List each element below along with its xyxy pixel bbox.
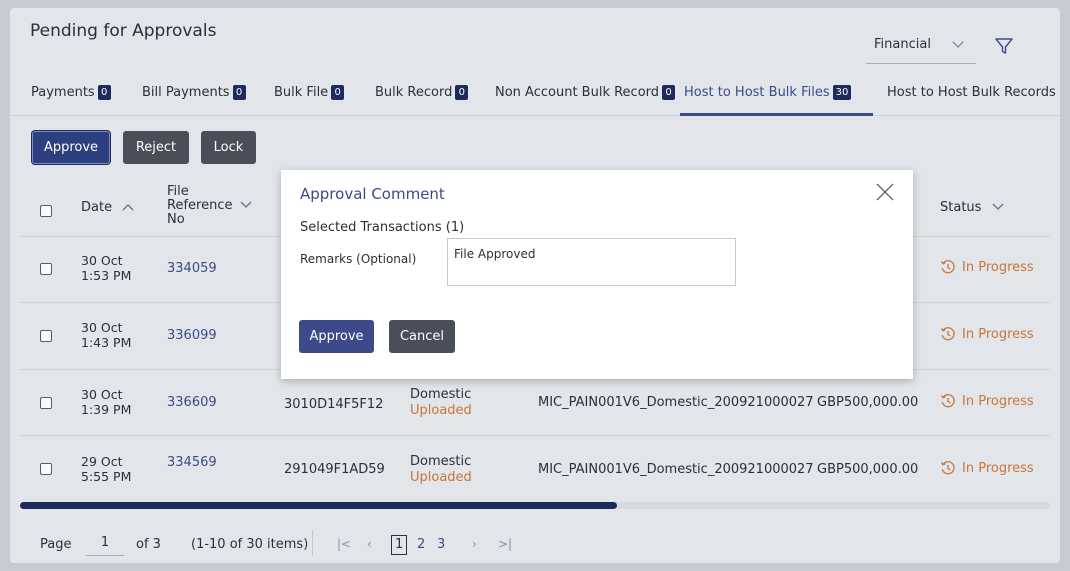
dialog-cancel-button[interactable]: Cancel bbox=[389, 320, 455, 353]
column-label: Status bbox=[940, 200, 982, 215]
chevron-down-icon bbox=[952, 36, 964, 48]
tab-count-badge: 0 bbox=[662, 85, 676, 100]
row-checkbox[interactable] bbox=[40, 330, 52, 342]
status-badge: In Progress bbox=[940, 460, 1034, 476]
active-tab-indicator bbox=[680, 113, 873, 116]
tab-count-badge: 0 bbox=[232, 85, 246, 100]
tab-label: Bill Payments bbox=[142, 85, 230, 100]
history-icon bbox=[940, 394, 955, 408]
tab-non-account-bulk-record[interactable]: Non Account Bulk Record 0 bbox=[495, 85, 676, 100]
tab-count-badge: 30 bbox=[832, 85, 852, 100]
select-all-checkbox[interactable] bbox=[40, 205, 52, 217]
history-icon bbox=[940, 260, 955, 274]
tab-count-badge: 0 bbox=[455, 85, 469, 100]
file-reference-link[interactable]: 336099 bbox=[167, 328, 217, 343]
row-checkbox[interactable] bbox=[40, 463, 52, 475]
pager-divider bbox=[312, 530, 313, 556]
status-badge: In Progress bbox=[940, 259, 1034, 275]
remarks-input[interactable]: File Approved bbox=[447, 238, 736, 286]
approve-button[interactable]: Approve bbox=[32, 131, 110, 164]
file-name: MIC_PAIN001V6_Domestic_200921000027 bbox=[538, 395, 814, 410]
category-select[interactable]: Financial bbox=[866, 36, 976, 64]
row-checkbox[interactable] bbox=[40, 397, 52, 409]
file-reference-link[interactable]: 334059 bbox=[167, 261, 217, 276]
column-label: Date bbox=[81, 200, 113, 215]
pagination: Page 1 of 3 (1-10 of 30 items) |< ‹ 1 2 … bbox=[10, 528, 1060, 558]
status-text: In Progress bbox=[962, 326, 1034, 342]
tab-payments[interactable]: Payments 0 bbox=[31, 85, 111, 100]
tab-host-to-host-bulk-files[interactable]: Host to Host Bulk Files 30 bbox=[684, 85, 852, 100]
horizontal-scrollbar[interactable] bbox=[20, 502, 1050, 509]
tab-label: Payments bbox=[31, 85, 95, 100]
status-text: In Progress bbox=[962, 460, 1034, 476]
tab-bulk-record[interactable]: Bulk Record 0 bbox=[375, 85, 469, 100]
chevron-down-icon bbox=[992, 203, 1004, 210]
tab-label: Bulk Record bbox=[375, 85, 453, 100]
tab-label: Host to Host Bulk Files bbox=[684, 85, 830, 100]
status-text: In Progress bbox=[962, 393, 1034, 409]
first-page-icon[interactable]: |< bbox=[337, 537, 351, 551]
chevron-down-icon bbox=[241, 201, 252, 208]
status-badge: In Progress bbox=[940, 326, 1034, 342]
column-label: Reference bbox=[167, 199, 252, 213]
file-type: Domestic Uploaded bbox=[410, 387, 472, 418]
tab-bill-payments[interactable]: Bill Payments 0 bbox=[142, 85, 246, 100]
selected-transactions: Selected Transactions (1) bbox=[300, 220, 465, 235]
file-type: Domestic Uploaded bbox=[410, 454, 472, 485]
column-header-date[interactable]: Date bbox=[81, 200, 134, 215]
batch-reference: 291049F1AD59 bbox=[284, 462, 385, 477]
row-date: 30 Oct 1:39 PM bbox=[81, 387, 132, 417]
column-label: No bbox=[167, 212, 185, 227]
approval-comment-dialog: Approval Comment Selected Transactions (… bbox=[281, 170, 913, 379]
tab-count-badge: 0 bbox=[331, 85, 345, 100]
history-icon bbox=[940, 461, 955, 475]
previous-page-icon[interactable]: ‹ bbox=[367, 537, 372, 551]
page-label: Page bbox=[40, 537, 72, 552]
category-select-value: Financial bbox=[874, 37, 931, 52]
column-header-status[interactable]: Status bbox=[940, 200, 1004, 215]
scrollbar-thumb[interactable] bbox=[20, 502, 618, 509]
status-text: In Progress bbox=[962, 259, 1034, 275]
page-2-button[interactable]: 2 bbox=[417, 537, 425, 552]
dialog-title: Approval Comment bbox=[300, 185, 445, 203]
tab-count-badge: 0 bbox=[97, 85, 111, 100]
row-date: 29 Oct 5:55 PM bbox=[81, 454, 132, 484]
chevron-up-icon bbox=[122, 204, 134, 211]
close-icon[interactable] bbox=[874, 181, 896, 203]
next-page-icon[interactable]: › bbox=[472, 537, 477, 551]
row-date: 30 Oct 1:43 PM bbox=[81, 320, 132, 350]
tab-label: Host to Host Bulk Records bbox=[887, 85, 1056, 100]
page-title: Pending for Approvals bbox=[30, 21, 217, 41]
row-checkbox[interactable] bbox=[40, 263, 52, 275]
status-badge: In Progress bbox=[940, 393, 1034, 409]
lock-button[interactable]: Lock bbox=[201, 131, 256, 164]
page-1-button[interactable]: 1 bbox=[391, 535, 408, 555]
amount: GBP500,000.00 bbox=[817, 395, 919, 410]
reject-button[interactable]: Reject bbox=[123, 131, 189, 164]
batch-reference: 3010D14F5F12 bbox=[284, 397, 384, 412]
dialog-approve-button[interactable]: Approve bbox=[299, 320, 374, 353]
tab-label: Bulk File bbox=[274, 85, 329, 100]
amount: GBP500,000.00 bbox=[817, 462, 919, 477]
tab-host-to-host-bulk-records[interactable]: Host to Host Bulk Records bbox=[887, 85, 1056, 100]
column-header-file-reference[interactable]: File Reference No bbox=[167, 185, 252, 227]
tab-label: Non Account Bulk Record bbox=[495, 85, 660, 100]
tab-bulk-file[interactable]: Bulk File 0 bbox=[274, 85, 345, 100]
page-3-button[interactable]: 3 bbox=[437, 537, 445, 552]
page-number-input[interactable]: 1 bbox=[86, 534, 124, 556]
last-page-icon[interactable]: >| bbox=[498, 537, 512, 551]
file-name: MIC_PAIN001V6_Domestic_200921000027 bbox=[538, 462, 814, 477]
row-date: 30 Oct 1:53 PM bbox=[81, 253, 132, 283]
remarks-label: Remarks (Optional) bbox=[300, 252, 417, 266]
page-total: of 3 bbox=[136, 537, 161, 552]
tab-bar: Payments 0 Bill Payments 0 Bulk File 0 B… bbox=[10, 78, 1060, 116]
item-range: (1-10 of 30 items) bbox=[191, 537, 309, 552]
filter-icon[interactable] bbox=[993, 35, 1015, 57]
file-reference-link[interactable]: 336609 bbox=[167, 395, 217, 410]
column-label: File bbox=[167, 184, 189, 199]
row-divider bbox=[20, 435, 1050, 436]
history-icon bbox=[940, 327, 955, 341]
file-reference-link[interactable]: 334569 bbox=[167, 455, 217, 470]
